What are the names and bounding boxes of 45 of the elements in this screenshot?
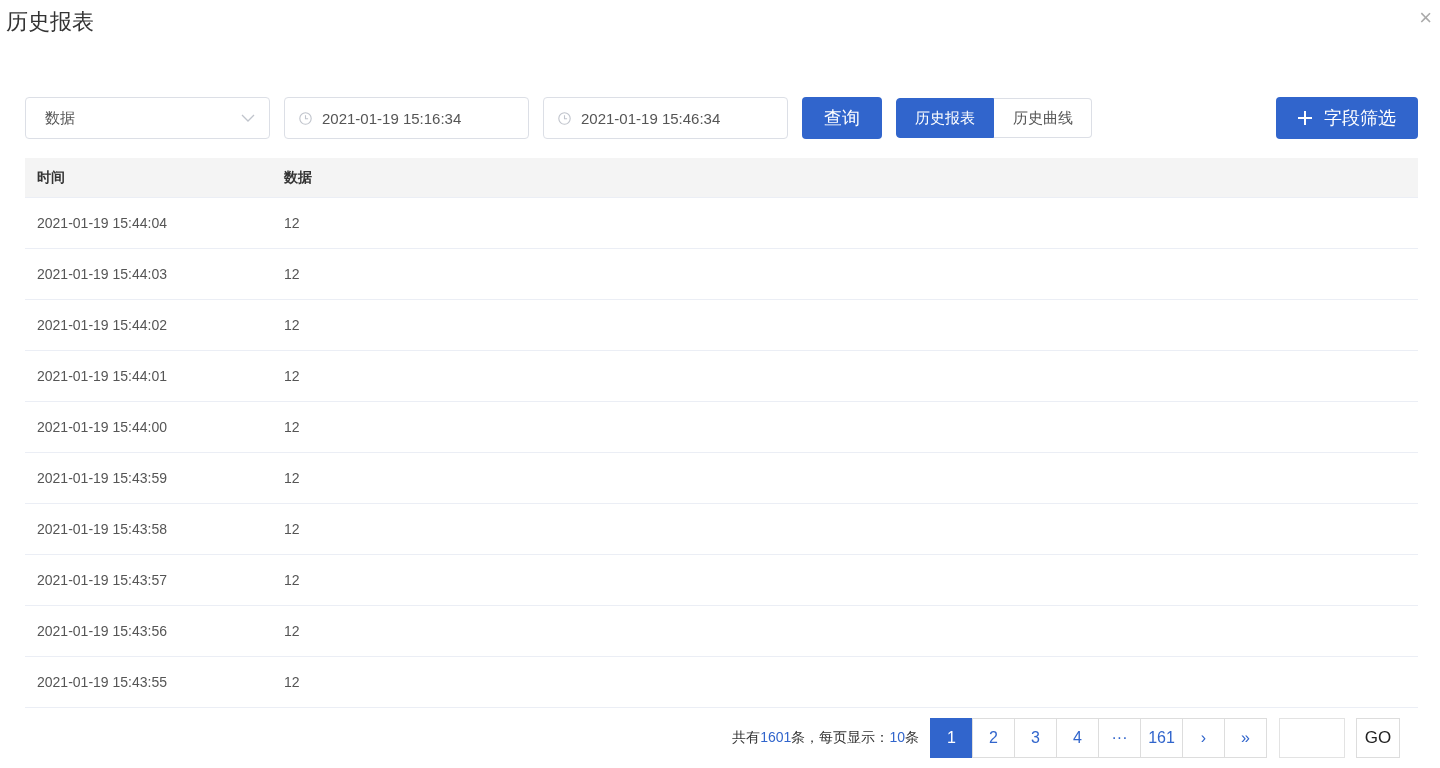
page-button[interactable]: 2 [972, 718, 1015, 758]
table-cell-text: 2021-01-19 15:44:02 [36, 317, 168, 333]
table-cell-text: 2021-01-19 15:44:00 [36, 419, 168, 435]
table-cell-text: 2021-01-19 15:44:01 [36, 368, 168, 384]
table-cell-text: 2021-01-19 15:44:03 [36, 266, 168, 282]
column-header: 数据 [283, 168, 313, 187]
table-cell-text: 2021-01-19 15:43:55 [36, 674, 168, 690]
page-button[interactable]: 1 [930, 718, 973, 758]
table-cell-text: 12 [283, 521, 301, 537]
table-cell-text: 12 [283, 674, 301, 690]
view-tab[interactable]: 历史曲线 [994, 98, 1092, 138]
page-button[interactable]: » [1224, 718, 1267, 758]
column-header: 时间 [36, 168, 66, 187]
table-cell-text: 2021-01-19 15:43:57 [36, 572, 168, 588]
clock-icon [299, 111, 312, 125]
page-button[interactable]: › [1182, 718, 1225, 758]
pagination-summary: 共有1601条，每页显示：10条 [732, 729, 919, 747]
page-number-input[interactable] [1279, 718, 1345, 758]
start-time-field[interactable]: 2021-01-19 15:16:34 [284, 97, 529, 139]
field-select[interactable]: 数据 [25, 97, 270, 139]
table-cell-text: 2021-01-19 15:43:59 [36, 470, 168, 486]
table-cell-text: 12 [283, 572, 301, 588]
field-filter-button[interactable]: 字段筛选 [1276, 97, 1418, 139]
table-cell-text: 12 [283, 419, 301, 435]
table-cell-text: 12 [283, 368, 301, 384]
table-cell-text: 12 [283, 266, 301, 282]
query-button[interactable]: 查询 [802, 97, 882, 139]
page-button[interactable]: 161 [1140, 718, 1183, 758]
page-button[interactable]: 3 [1014, 718, 1057, 758]
page-button[interactable]: ··· [1098, 718, 1141, 758]
table-cell-text: 12 [283, 215, 301, 231]
view-tab[interactable]: 历史报表 [896, 98, 994, 138]
table-cell-text: 2021-01-19 15:44:04 [36, 215, 168, 231]
table-cell-text: 12 [283, 623, 301, 639]
plus-icon [1298, 111, 1312, 125]
clock-icon [558, 111, 571, 125]
table-cell-text: 2021-01-19 15:43:58 [36, 521, 168, 537]
go-button[interactable]: GO [1356, 718, 1400, 758]
table-cell-text: 12 [283, 317, 301, 333]
dialog-title: 历史报表 [6, 8, 94, 36]
chevron-down-icon [241, 114, 255, 122]
end-time-field[interactable]: 2021-01-19 15:46:34 [543, 97, 788, 139]
page-button[interactable]: 4 [1056, 718, 1099, 758]
table-cell-text: 12 [283, 470, 301, 486]
table-cell-text: 2021-01-19 15:43:56 [36, 623, 168, 639]
